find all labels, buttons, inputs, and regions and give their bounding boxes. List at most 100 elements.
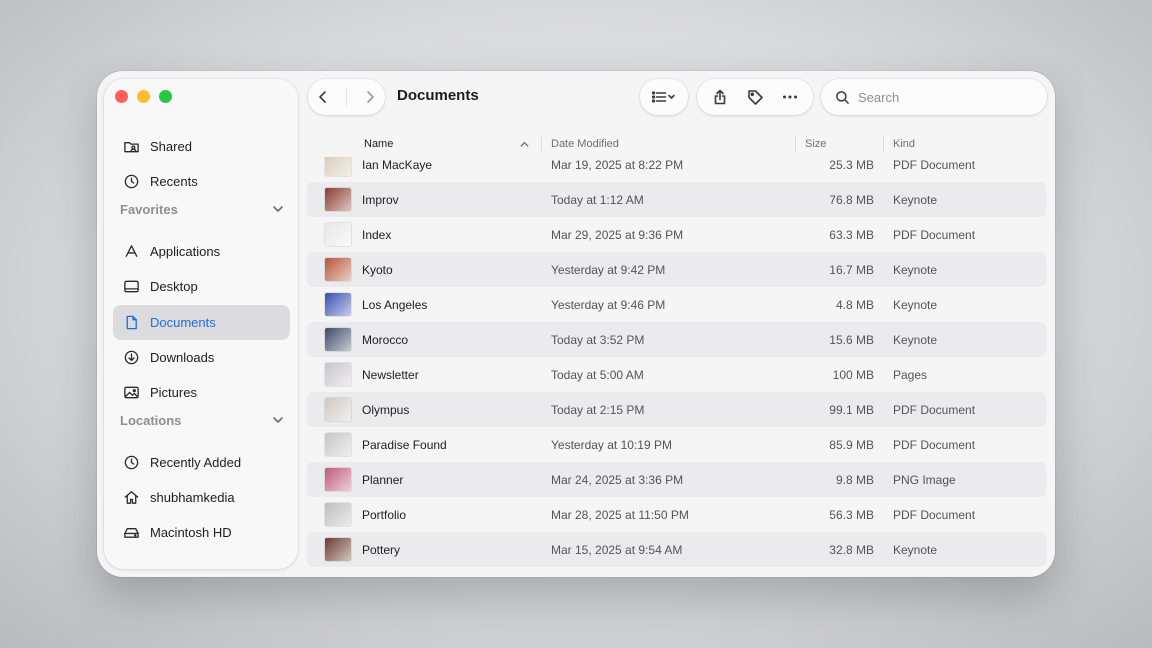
column-header-kind[interactable]: Kind [893,138,915,150]
file-kind: PDF Document [893,228,976,242]
column-header-date[interactable]: Date Modified [551,138,619,150]
table-row[interactable]: Pottery Mar 15, 2025 at 9:54 AM 32.8 MB … [307,532,1046,567]
file-date: Mar 29, 2025 at 9:36 PM [551,228,684,242]
file-name: Los Angeles [362,298,428,312]
file-date: Today at 5:00 AM [551,368,644,382]
file-thumbnail [325,363,351,386]
chevron-right-icon [366,91,374,103]
forward-button[interactable] [362,89,378,105]
search-input[interactable]: Search [858,90,899,105]
navigation-buttons [308,79,385,115]
sidebar-item-applications[interactable]: Applications [113,234,290,269]
file-date: Mar 19, 2025 at 8:22 PM [551,158,684,172]
file-size: 4.8 MB [835,298,874,312]
sidebar-item-recently-added[interactable]: Recently Added [113,445,290,480]
column-separator[interactable] [795,135,796,152]
file-date: Today at 3:52 PM [551,333,645,347]
file-kind: Keynote [893,298,938,312]
chevron-down-icon [273,206,283,212]
file-thumbnail [325,328,351,351]
zoom-window-button[interactable] [159,90,172,103]
chevron-left-icon [319,91,327,103]
file-kind: Pages [893,368,928,382]
sort-ascending-icon[interactable] [519,139,530,150]
file-list: Ian MacKaye Mar 19, 2025 at 8:22 PM 25.3… [307,157,1047,569]
view-options-button[interactable] [640,79,688,115]
table-row[interactable]: Paradise Found Yesterday at 10:19 PM 85.… [307,427,1046,462]
sidebar-item-pictures[interactable]: Pictures [113,375,290,410]
minimize-window-button[interactable] [137,90,150,103]
document-icon [122,314,140,332]
column-separator[interactable] [541,135,542,152]
photo-icon [122,384,140,402]
column-header-size[interactable]: Size [805,138,826,150]
table-row[interactable]: Planner Mar 24, 2025 at 3:36 PM 9.8 MB P… [307,462,1046,497]
sidebar-item-shared[interactable]: Shared [113,129,290,164]
locations-label: Locations [120,412,182,428]
file-name: Ian MacKaye [362,158,433,172]
file-date: Mar 15, 2025 at 9:54 AM [551,543,683,557]
file-name: Olympus [362,403,410,417]
actions-group [697,79,813,115]
share-button[interactable] [711,88,729,106]
table-row[interactable]: Olympus Today at 2:15 PM 99.1 MB PDF Doc… [307,392,1046,427]
file-size: 32.8 MB [829,543,874,557]
sidebar-item-home[interactable]: shubhamkedia [113,480,290,515]
table-row[interactable]: Index Mar 29, 2025 at 9:36 PM 63.3 MB PD… [307,217,1046,252]
divider [345,88,347,106]
locations-section-header[interactable]: Locations [120,409,285,431]
tag-button[interactable] [746,88,764,106]
column-header-name[interactable]: Name [364,138,393,150]
file-kind: Keynote [893,543,938,557]
column-header-row: Name Date Modified Size Kind [307,133,1047,157]
download-icon [122,349,140,367]
sidebar-item-macintosh-hd[interactable]: Macintosh HD [113,515,290,550]
table-row[interactable]: Newsletter Today at 5:00 AM 100 MB Pages [307,357,1046,392]
close-window-button[interactable] [115,90,128,103]
back-button[interactable] [315,89,331,105]
sidebar-item-documents[interactable]: Documents [113,305,290,340]
table-row[interactable]: Ian MacKaye Mar 19, 2025 at 8:22 PM 25.3… [307,157,1046,182]
file-size: 100 MB [832,368,874,382]
file-thumbnail [325,468,351,491]
file-kind: PDF Document [893,438,976,452]
file-name: Newsletter [362,368,419,382]
file-name: Kyoto [362,263,393,277]
file-name: Paradise Found [362,438,447,452]
table-row[interactable]: Portfolio Mar 28, 2025 at 11:50 PM 56.3 … [307,497,1046,532]
list-view-icon [651,91,675,103]
file-date: Yesterday at 9:42 PM [551,263,666,277]
sidebar-item-downloads[interactable]: Downloads [113,340,290,375]
favorites-section-header[interactable]: Favorites [120,198,285,220]
sidebar-item-label: Shared [150,139,192,154]
table-row[interactable]: Kyoto Yesterday at 9:42 PM 16.7 MB Keyno… [307,252,1046,287]
clock-icon [122,454,140,472]
file-kind: PDF Document [893,158,976,172]
sidebar-item-recents[interactable]: Recents [113,164,290,199]
column-separator[interactable] [883,135,884,152]
file-thumbnail [325,398,351,421]
file-size: 9.8 MB [835,473,874,487]
clock-icon [122,173,140,191]
sidebar-item-desktop[interactable]: Desktop [113,269,290,304]
file-name: Improv [362,193,399,207]
more-icon [782,95,797,99]
tag-icon [748,90,763,105]
more-button[interactable] [781,88,799,106]
file-kind: Keynote [893,263,938,277]
table-row[interactable]: Los Angeles Yesterday at 9:46 PM 4.8 MB … [307,287,1046,322]
file-size: 63.3 MB [829,228,874,242]
file-date: Yesterday at 9:46 PM [551,298,666,312]
share-icon [715,89,726,105]
file-kind: Keynote [893,193,938,207]
table-row[interactable]: Improv Today at 1:12 AM 76.8 MB Keynote [307,182,1046,217]
file-date: Mar 28, 2025 at 11:50 PM [551,508,689,522]
sidebar-item-label: Pictures [150,385,197,400]
sidebar-item-label: Recents [150,174,198,189]
favorites-label: Favorites [120,201,178,217]
file-name: Index [362,228,392,242]
sidebar-item-label: shubhamkedia [150,490,235,505]
chevron-down-icon [273,417,283,423]
table-row[interactable]: Morocco Today at 3:52 PM 15.6 MB Keynote [307,322,1046,357]
search-field[interactable]: Search [821,79,1047,115]
